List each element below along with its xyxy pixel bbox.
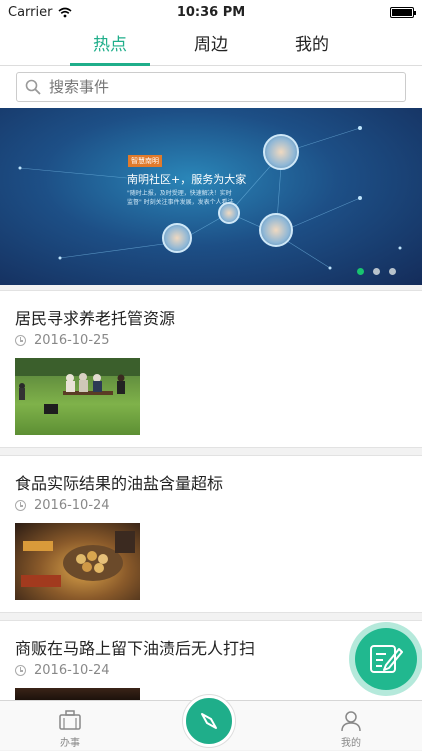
- carousel-indicator: [357, 268, 396, 275]
- news-card[interactable]: 居民寻求养老托管资源 2016-10-25: [0, 290, 422, 448]
- search-input[interactable]: [49, 78, 379, 96]
- compass-center-button[interactable]: [183, 695, 235, 747]
- clock-icon: [15, 500, 26, 511]
- top-tab-bar: 热点 周边 我的: [0, 24, 422, 66]
- person-icon: [341, 711, 361, 732]
- food-stall-graphic: [21, 531, 135, 587]
- battery-icon: [390, 6, 416, 18]
- news-title: 商贩在马路上留下油渍后无人打扫: [15, 639, 256, 658]
- news-title: 食品实际结果的油盐含量超标: [15, 474, 224, 493]
- search-area: [0, 66, 422, 108]
- banner-carousel[interactable]: 智慧南明 南明社区+，服务为大家 "随时上报，及时受理，快速解决！实时监督" 时…: [0, 108, 422, 285]
- edit-note-icon: [370, 645, 403, 673]
- carousel-dot[interactable]: [373, 268, 380, 275]
- bottom-tab-label: 办事: [60, 738, 80, 749]
- carousel-dot[interactable]: [389, 268, 396, 275]
- news-date: 2016-10-25: [15, 333, 110, 348]
- clock-icon: [15, 665, 26, 676]
- briefcase-icon: [59, 710, 81, 730]
- news-date-text: 2016-10-24: [34, 663, 110, 678]
- news-thumbnail: [15, 523, 140, 600]
- status-bar: Carrier 10:36 PM: [0, 0, 422, 24]
- clock-icon: [15, 335, 26, 346]
- news-date: 2016-10-24: [15, 498, 110, 513]
- tab-hot[interactable]: 热点: [70, 24, 150, 66]
- banner-photo-circle: [218, 202, 240, 224]
- banner-tag: 智慧南明: [128, 155, 162, 167]
- carrier-label: Carrier: [8, 4, 53, 20]
- banner-photo-circle: [162, 223, 192, 253]
- news-card[interactable]: 食品实际结果的油盐含量超标 2016-10-24: [0, 455, 422, 613]
- bottom-tab-label: 我的: [341, 738, 361, 749]
- bottom-tab-mine[interactable]: 我的: [311, 701, 391, 751]
- search-icon: [25, 79, 41, 95]
- banner-slogan: 南明社区+，服务为大家: [127, 173, 247, 186]
- search-box[interactable]: [16, 72, 406, 102]
- banner-photo-circle: [259, 213, 293, 247]
- park-scene-graphic: [15, 358, 140, 414]
- news-date-text: 2016-10-24: [34, 498, 110, 513]
- carousel-dot[interactable]: [357, 268, 364, 275]
- news-title: 居民寻求养老托管资源: [15, 309, 176, 328]
- tab-nearby[interactable]: 周边: [171, 24, 251, 66]
- news-date: 2016-10-24: [15, 663, 110, 678]
- news-date-text: 2016-10-25: [34, 333, 110, 348]
- bottom-tab-affairs[interactable]: 办事: [30, 701, 110, 751]
- tab-mine[interactable]: 我的: [272, 24, 352, 66]
- news-thumbnail: [15, 358, 140, 435]
- compose-fab-button[interactable]: [355, 628, 417, 690]
- banner-photo-circle: [263, 134, 299, 170]
- compass-icon: [201, 713, 217, 729]
- wifi-icon: [58, 7, 72, 17]
